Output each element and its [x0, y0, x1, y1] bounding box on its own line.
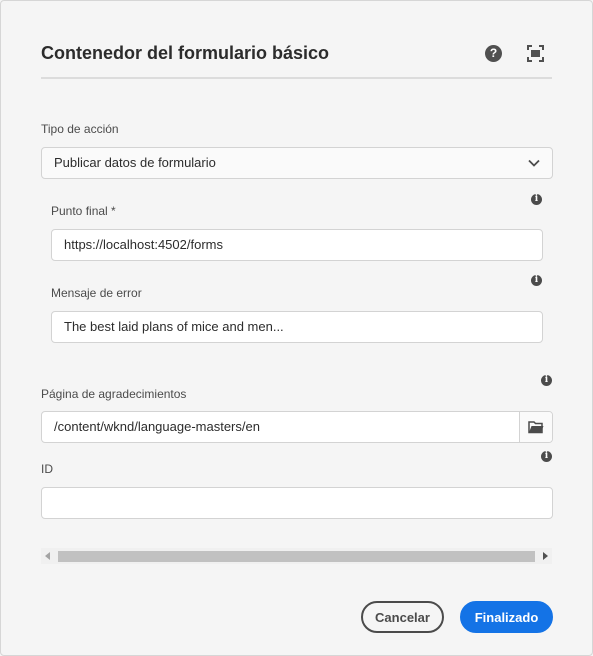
thank-you-page-value: /content/wknd/language-masters/en	[54, 419, 260, 434]
scrollbar-thumb[interactable]	[58, 551, 535, 562]
scroll-right-arrow-icon[interactable]	[543, 552, 548, 560]
horizontal-scrollbar[interactable]	[41, 548, 552, 564]
done-button[interactable]: Finalizado	[460, 601, 553, 633]
folder-icon	[528, 421, 544, 434]
thank-you-page-label: Página de agradecimientos	[41, 387, 187, 401]
id-info-icon[interactable]: i	[541, 451, 552, 462]
error-message-info-icon[interactable]: i	[531, 275, 542, 286]
help-icon[interactable]: ?	[485, 45, 502, 62]
thank-you-page-info-icon[interactable]: i	[541, 375, 552, 386]
dialog-header: Contenedor del formulario básico ?	[41, 29, 552, 79]
fullscreen-icon[interactable]	[527, 45, 544, 62]
scroll-left-arrow-icon[interactable]	[45, 552, 50, 560]
dialog: Contenedor del formulario básico ? Tipo …	[0, 0, 593, 656]
action-type-value: Publicar datos de formulario	[54, 155, 216, 170]
chevron-down-icon	[528, 159, 540, 167]
action-type-select[interactable]: Publicar datos de formulario	[41, 147, 553, 179]
endpoint-label: Punto final *	[51, 204, 116, 218]
error-message-input[interactable]: The best laid plans of mice and men...	[51, 311, 543, 343]
thank-you-page-path-field[interactable]: /content/wknd/language-masters/en	[41, 411, 553, 443]
id-input[interactable]	[41, 487, 553, 519]
id-label: ID	[41, 462, 53, 476]
endpoint-input[interactable]: https://localhost:4502/forms	[51, 229, 543, 261]
error-message-label: Mensaje de error	[51, 286, 142, 300]
dialog-title: Contenedor del formulario básico	[41, 43, 330, 63]
browse-button[interactable]	[519, 412, 552, 442]
cancel-button[interactable]: Cancelar	[361, 601, 444, 633]
action-type-label: Tipo de acción	[41, 122, 119, 136]
endpoint-info-icon[interactable]: i	[531, 194, 542, 205]
